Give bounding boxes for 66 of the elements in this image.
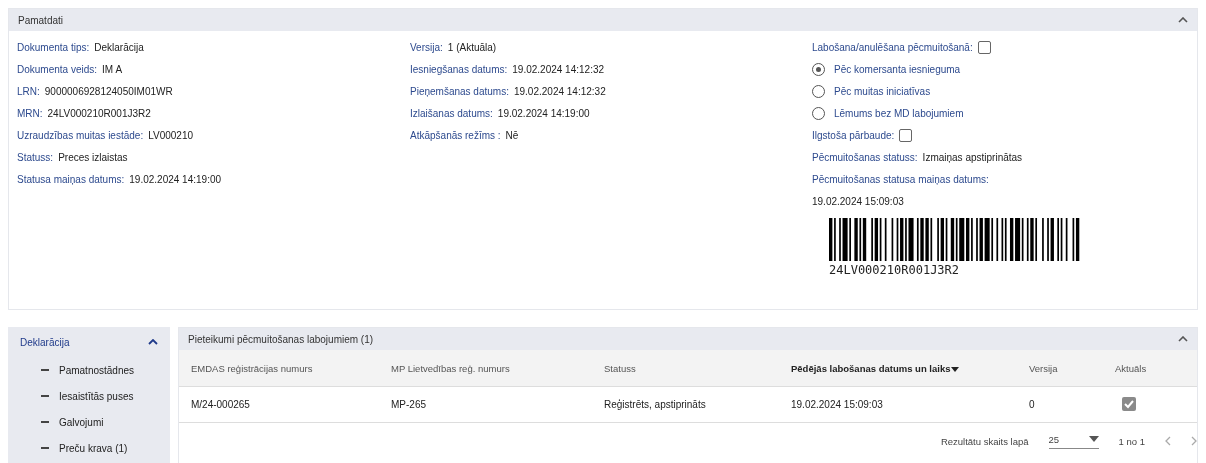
page-range: 1 no 1 bbox=[1118, 435, 1145, 447]
sidebar-item[interactable]: Pamatnostādnes bbox=[59, 364, 135, 376]
field-label: Ilgstoša pārbaude: bbox=[812, 129, 895, 141]
collapse-icon[interactable] bbox=[1178, 17, 1188, 23]
field-value: 19.02.2024 14:12:32 bbox=[513, 85, 606, 97]
field-label: Iesniegšanas datums: bbox=[410, 63, 508, 75]
field-label: MRN: bbox=[17, 107, 43, 119]
page-size-select[interactable]: 25 bbox=[1048, 433, 1099, 449]
field-value: Deklarācija bbox=[94, 41, 144, 53]
radio-label[interactable]: Pēc muitas iniciatīvas bbox=[834, 85, 931, 97]
collapse-icon[interactable] bbox=[1178, 336, 1188, 342]
table-cell: Reģistrēts, apstiprināts bbox=[604, 399, 706, 410]
column-header[interactable]: MP Lietvedības reģ. numurs bbox=[391, 362, 510, 374]
field-label: Atkāpšanās režīms : bbox=[410, 129, 501, 141]
field-value: 19.02.2024 14:19:00 bbox=[497, 107, 590, 119]
page-size-label: Rezultātu skaits lapā bbox=[940, 435, 1029, 447]
collapse-icon[interactable] bbox=[148, 339, 158, 345]
field-label: LRN: bbox=[17, 85, 40, 97]
panel-title: Pieteikumi pēcmuitošanas labojumiem (1) bbox=[188, 333, 374, 345]
field-value: 24LV000210R001J3R2 bbox=[47, 107, 151, 119]
table-cell: MP-265 bbox=[391, 399, 426, 410]
field-value: Izmaiņas apstiprinātas bbox=[922, 151, 1023, 163]
sort-icon[interactable] bbox=[951, 366, 960, 372]
field-label: Pieņemšanas datums: bbox=[410, 85, 509, 97]
field-label: Pēcmuitošanas statuss: bbox=[812, 151, 918, 163]
field-value: Preces izlaistas bbox=[58, 151, 128, 163]
barcode-number: 24LV000210R001J3R2 bbox=[829, 263, 961, 277]
field-value: 9000006928124050IM01WR bbox=[44, 85, 173, 97]
dash-icon bbox=[41, 447, 49, 449]
column-header[interactable]: Statuss bbox=[604, 362, 636, 374]
field-label: Statusa maiņas datums: bbox=[17, 173, 125, 185]
field-label: Izlaišanas datums: bbox=[410, 107, 493, 119]
checkbox[interactable] bbox=[899, 128, 913, 142]
column-header[interactable]: Versija bbox=[1029, 362, 1058, 374]
field-value: Nē bbox=[505, 129, 519, 141]
field-label: Pēcmuitošanas statusa maiņas datums: bbox=[812, 173, 989, 185]
field-value: 19.02.2024 15:09:03 bbox=[812, 195, 904, 207]
panel-title: Pamatdati bbox=[18, 14, 64, 26]
dropdown-icon[interactable] bbox=[1088, 436, 1099, 442]
table-cell: M/24-000265 bbox=[191, 399, 250, 410]
field-value: 19.02.2024 14:12:32 bbox=[512, 63, 605, 75]
dash-icon bbox=[41, 421, 49, 423]
field-label: Versija: bbox=[410, 41, 443, 53]
field-label: Uzraudzības muitas iestāde: bbox=[17, 129, 144, 141]
radio-label[interactable]: Lēmums bez MD labojumiem bbox=[834, 107, 964, 119]
table-cell: 0 bbox=[1029, 399, 1035, 410]
column-header[interactable]: Aktuāls bbox=[1115, 362, 1147, 374]
sidebar-title[interactable]: Deklarācija bbox=[20, 336, 70, 348]
field-value: 19.02.2024 14:19:00 bbox=[129, 173, 222, 185]
field-label: Dokumenta tips: bbox=[17, 41, 90, 53]
checkbox[interactable] bbox=[977, 40, 991, 54]
sidebar-item[interactable]: Preču krava (1) bbox=[59, 442, 128, 454]
sidebar-item[interactable]: Galvojumi bbox=[59, 416, 104, 428]
radio-label[interactable]: Pēc komersanta iesnieguma bbox=[834, 63, 961, 75]
dash-icon bbox=[41, 395, 49, 397]
column-header[interactable]: Pēdējās labošanas datums un laiks bbox=[791, 362, 960, 374]
sidebar-item[interactable]: Iesaistītās puses bbox=[59, 390, 134, 402]
column-header[interactable]: EMDAS reģistrācijas numurs bbox=[191, 362, 313, 374]
field-label: Labošana/anulēšana pēcmuitošanā: bbox=[812, 41, 973, 53]
table-cell: 19.02.2024 15:09:03 bbox=[791, 399, 883, 410]
dash-icon bbox=[41, 369, 49, 371]
field-value: IM A bbox=[102, 63, 123, 75]
field-value: LV000210 bbox=[148, 129, 194, 141]
field-label: Dokumenta veids: bbox=[17, 63, 98, 75]
field-value: 1 (Aktuāla) bbox=[447, 41, 497, 53]
field-label: Statuss: bbox=[17, 151, 54, 163]
